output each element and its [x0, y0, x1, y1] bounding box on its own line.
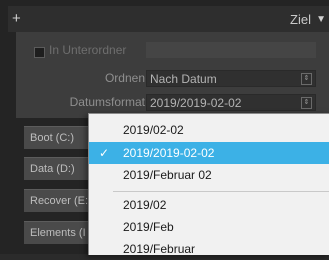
- panel-title: Ziel: [290, 12, 311, 27]
- menu-item-selected[interactable]: ✓ 2019/2019-02-02: [89, 142, 329, 164]
- select-stepper-icon: ⇕: [301, 73, 312, 85]
- select-stepper-icon: ⇕: [301, 97, 312, 109]
- destination-options: In Unterordner Ordnen Nach Datum ⇕ Datum…: [16, 32, 329, 118]
- sort-row: Ordnen Nach Datum ⇕: [16, 68, 329, 90]
- date-format-select[interactable]: 2019/2019-02-02 ⇕: [146, 94, 316, 111]
- sort-label: Ordnen: [104, 71, 145, 85]
- date-format-select-value: 2019/2019-02-02: [150, 96, 242, 110]
- menu-item[interactable]: 2019/Feb: [89, 216, 329, 238]
- date-format-row: Datumsformat 2019/2019-02-02 ⇕: [16, 90, 329, 112]
- menu-item[interactable]: 2019/Februar: [89, 238, 329, 260]
- subfolder-row: In Unterordner: [16, 32, 329, 58]
- sort-select-value: Nach Datum: [150, 72, 217, 86]
- checkmark-icon: ✓: [99, 146, 110, 160]
- menu-item[interactable]: 2019/02-02: [89, 119, 329, 141]
- sort-select[interactable]: Nach Datum ⇕: [146, 70, 316, 87]
- menu-separator: [113, 191, 329, 192]
- menu-item-label: 2019/Feb: [123, 220, 174, 234]
- menu-item[interactable]: 2019/Februar 02: [89, 164, 329, 186]
- subfolder-checkbox[interactable]: [34, 47, 45, 58]
- menu-item[interactable]: 2019/02: [89, 194, 329, 216]
- date-format-label: Datumsformat: [69, 95, 145, 109]
- menu-item-label: 2019/Februar 02: [123, 168, 212, 182]
- subfolder-name-input: [146, 42, 316, 58]
- destination-panel: + Ziel ▼ In Unterordner Ordnen Nach Datu…: [0, 0, 329, 256]
- menu-item-label: 2019/02: [123, 198, 167, 212]
- panel-header[interactable]: + Ziel ▼: [8, 6, 329, 32]
- date-format-dropdown-menu: 2019/02-02 ✓ 2019/2019-02-02 2019/Februa…: [88, 113, 329, 256]
- subfolder-checkbox-label: In Unterordner: [49, 43, 127, 57]
- add-icon[interactable]: +: [12, 10, 21, 27]
- menu-item-label: 2019/02-02: [123, 123, 184, 137]
- menu-item-label: 2019/2019-02-02: [123, 146, 215, 160]
- collapse-triangle-icon[interactable]: ▼: [316, 14, 326, 25]
